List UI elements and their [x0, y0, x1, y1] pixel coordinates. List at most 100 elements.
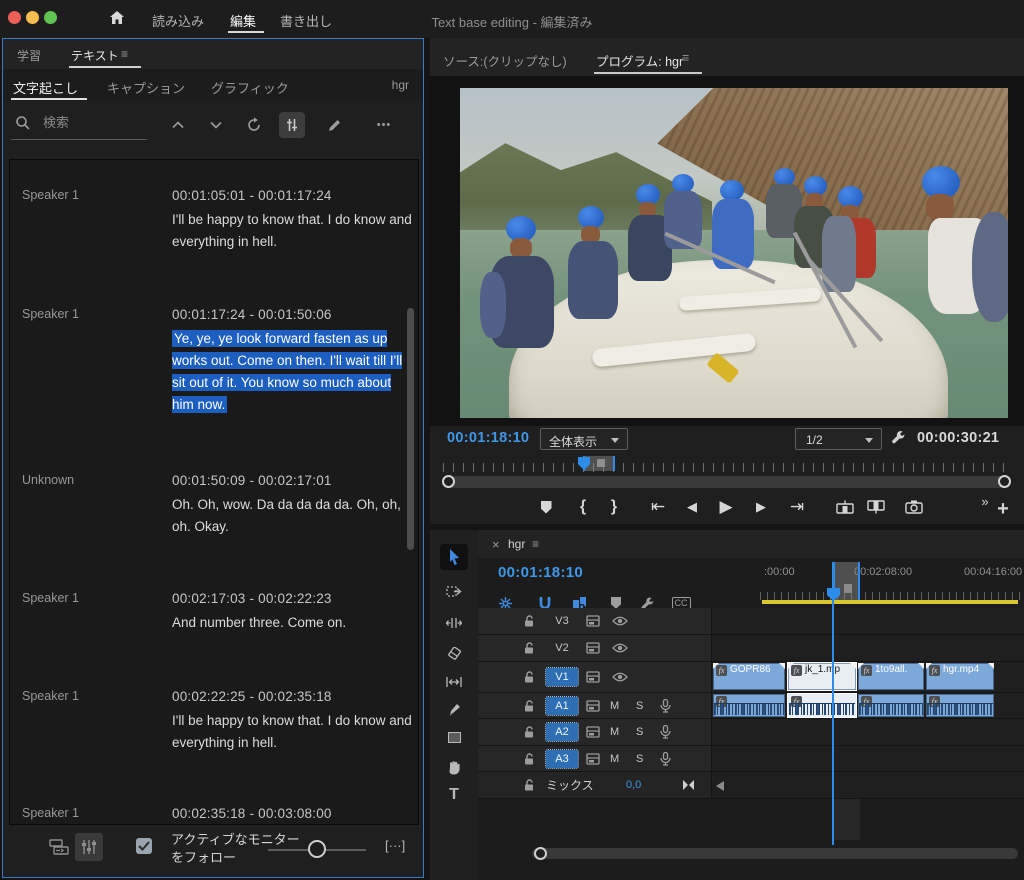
track-mix-content[interactable] — [712, 772, 1024, 798]
play-icon[interactable]: ▶ — [713, 494, 739, 520]
tab-program[interactable]: プログラム: hgr — [596, 51, 683, 70]
button-editor-plus[interactable]: + — [990, 496, 1016, 522]
extract-icon[interactable] — [863, 494, 889, 520]
audio-clip[interactable]: fx — [713, 694, 785, 717]
chevron-down-icon[interactable] — [203, 112, 229, 138]
toggle-track-output-eye-icon[interactable] — [612, 672, 628, 683]
track-v1-content[interactable]: fx GOPR86 fx jk_1.mp fx 1to9all. fx hgr.… — [712, 662, 1024, 692]
pen-tool-icon[interactable] — [440, 697, 468, 723]
entry-text[interactable]: I'll be happy to know that. I do know an… — [172, 209, 412, 253]
search-input[interactable] — [43, 115, 143, 130]
razor-tool-icon[interactable] — [440, 641, 468, 667]
subtab-graphics[interactable]: グラフィック — [211, 78, 289, 97]
type-tool-icon[interactable]: T — [440, 782, 468, 808]
program-panel-menu-icon[interactable]: ≡ — [682, 51, 689, 65]
video-preview[interactable] — [460, 88, 1008, 418]
timeline-playhead-line[interactable] — [832, 562, 834, 845]
voiceover-mic-icon[interactable] — [660, 725, 671, 739]
selection-tool-icon[interactable] — [440, 544, 468, 570]
inout-handle[interactable] — [597, 459, 605, 467]
zoom-handle-left[interactable] — [442, 475, 455, 488]
chevron-up-icon[interactable] — [165, 112, 191, 138]
sync-lock-icon[interactable] — [586, 752, 600, 765]
track-v2-content[interactable] — [712, 635, 1024, 661]
slip-tool-icon[interactable] — [440, 669, 468, 695]
hand-tool-icon[interactable] — [440, 754, 468, 780]
track-v2-target[interactable]: V2 — [546, 639, 578, 657]
entry-text[interactable]: I'll be happy to know that. I do know an… — [172, 710, 412, 754]
go-to-out-icon[interactable]: ⇥ — [784, 494, 810, 520]
tab-source[interactable]: ソース:(クリップなし) — [443, 51, 567, 70]
audio-clip[interactable]: fx — [858, 694, 924, 717]
retranscribe-icon[interactable] — [241, 112, 267, 138]
ripple-edit-tool-icon[interactable] — [440, 610, 468, 636]
video-clip[interactable]: fx GOPR86 — [713, 663, 785, 690]
zoom-level-select[interactable]: 全体表示 — [540, 428, 628, 450]
monitor-zoom-scrollbar[interactable] — [443, 476, 1010, 488]
sync-lock-icon[interactable] — [586, 699, 600, 712]
timeline-panel-menu-icon[interactable]: ≡ — [532, 537, 539, 551]
follow-active-monitor-checkbox[interactable] — [136, 838, 152, 854]
voiceover-mic-icon[interactable] — [660, 751, 671, 766]
voiceover-mic-icon[interactable] — [660, 698, 671, 713]
caption-blocks-icon[interactable] — [45, 833, 73, 861]
lock-icon[interactable] — [524, 699, 535, 712]
mute-button[interactable]: M — [610, 700, 619, 712]
step-back-icon[interactable]: ◀ — [679, 494, 705, 520]
timeline-hscrollbar-knob[interactable] — [534, 847, 547, 860]
tab-learn[interactable]: 学習 — [17, 47, 41, 64]
track-v3-target[interactable]: V3 — [546, 612, 578, 630]
sync-lock-icon[interactable] — [586, 671, 600, 683]
footer-more-button[interactable]: [···] — [385, 838, 405, 853]
mute-button[interactable]: M — [610, 753, 619, 765]
toggle-track-output-eye-icon[interactable] — [612, 616, 628, 627]
monitor-timeline-ruler[interactable] — [443, 456, 1010, 472]
playback-resolution-select[interactable]: 1/2 — [795, 428, 882, 450]
track-a1-target[interactable]: A1 — [545, 695, 579, 716]
sequence-tab-label[interactable]: hgr — [508, 537, 525, 551]
rectangle-tool-icon[interactable] — [440, 724, 468, 750]
inout-handle[interactable] — [844, 584, 852, 593]
text-size-slider-knob[interactable] — [308, 840, 326, 858]
transcript-scrollbar[interactable] — [407, 308, 414, 550]
solo-button[interactable]: S — [636, 700, 643, 712]
solo-button[interactable]: S — [636, 726, 643, 738]
step-forward-icon[interactable]: ▶ — [748, 494, 774, 520]
track-a2-content[interactable] — [712, 719, 1024, 745]
video-clip-selected[interactable]: fx jk_1.mp — [788, 663, 856, 690]
more-options-icon[interactable]: ••• — [371, 112, 397, 138]
mark-in-icon[interactable]: { — [570, 494, 596, 520]
mark-out-icon[interactable]: } — [601, 494, 627, 520]
keyframe-bowtie-icon[interactable] — [682, 780, 695, 790]
track-mixer-icon[interactable] — [75, 833, 103, 861]
toggle-track-output-eye-icon[interactable] — [612, 643, 628, 654]
entry-text[interactable]: And number three. Come on. — [172, 612, 412, 634]
timeline-hscrollbar[interactable] — [532, 848, 1018, 859]
close-sequence-icon[interactable]: × — [492, 537, 500, 552]
track-a1-content[interactable]: fx fx fx fx — [712, 693, 1024, 718]
go-to-in-icon[interactable]: ⇤ — [645, 494, 671, 520]
video-clip[interactable]: fx 1to9all. — [858, 663, 924, 690]
track-a3-content[interactable] — [712, 746, 1024, 771]
current-timecode[interactable]: 00:01:18:10 — [447, 430, 529, 446]
settings-wrench-icon[interactable] — [890, 429, 907, 446]
video-clip[interactable]: fx hgr.mp4 — [926, 663, 994, 690]
add-marker-icon[interactable] — [533, 494, 559, 520]
lock-icon[interactable] — [524, 671, 535, 684]
export-frame-camera-icon[interactable] — [901, 494, 927, 520]
zoom-handle-right[interactable] — [998, 475, 1011, 488]
track-v3-content[interactable] — [712, 608, 1024, 634]
subtab-transcript[interactable]: 文字起こし — [13, 78, 78, 97]
lock-icon[interactable] — [524, 615, 535, 628]
entry-text-highlighted[interactable]: Ye, ye, ye look forward fasten as up wor… — [172, 328, 412, 416]
lock-icon[interactable] — [524, 779, 535, 792]
edit-pencil-icon[interactable] — [321, 112, 347, 138]
mix-gain-value[interactable]: 0,0 — [626, 779, 641, 791]
lift-icon[interactable] — [832, 494, 858, 520]
timeline-timecode[interactable]: 00:01:18:10 — [498, 564, 583, 581]
lock-icon[interactable] — [524, 726, 535, 739]
panel-menu-icon[interactable]: ≡ — [121, 47, 128, 61]
lock-icon[interactable] — [524, 642, 535, 655]
audio-clip[interactable]: fx — [926, 694, 994, 717]
solo-button[interactable]: S — [636, 753, 643, 765]
